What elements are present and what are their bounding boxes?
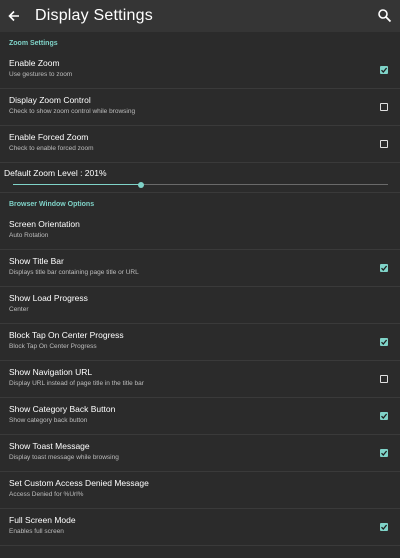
setting-block-tap-on-center-progress[interactable]: Block Tap On Center Progress Block Tap On… bbox=[0, 324, 400, 361]
setting-title: Display Zoom Control bbox=[9, 95, 91, 105]
app-bar: Display Settings bbox=[0, 0, 400, 32]
setting-show-toast-message[interactable]: Show Toast Message Display toast message … bbox=[0, 435, 400, 472]
setting-title: Show Load Progress bbox=[9, 293, 88, 303]
setting-title: Show Navigation URL bbox=[9, 367, 93, 377]
arrow-left-icon[interactable] bbox=[0, 0, 28, 32]
setting-title: Show Category Back Button bbox=[9, 404, 116, 414]
setting-summary: Display URL instead of page title in the… bbox=[9, 380, 144, 387]
setting-title: Show Toast Message bbox=[9, 441, 90, 451]
setting-screen-orientation[interactable]: Screen Orientation Auto Rotation bbox=[0, 213, 400, 250]
search-icon[interactable] bbox=[376, 7, 394, 25]
checkbox-checked[interactable] bbox=[380, 523, 388, 531]
page-title: Display Settings bbox=[35, 7, 153, 24]
zoom-settings-header: Zoom Settings bbox=[9, 40, 58, 47]
setting-enable-zoom[interactable]: Enable Zoom Use gestures to zoom bbox=[0, 52, 400, 89]
checkbox-checked[interactable] bbox=[380, 412, 388, 420]
setting-set-custom-access-denied-message[interactable]: Set Custom Access Denied Message Access D… bbox=[0, 472, 400, 509]
setting-summary: Center bbox=[9, 306, 29, 313]
checkmark-icon bbox=[381, 265, 388, 271]
setting-title: Enable Forced Zoom bbox=[9, 132, 89, 142]
checkbox-unchecked[interactable] bbox=[380, 140, 388, 148]
checkbox-unchecked[interactable] bbox=[380, 103, 388, 111]
zoom-level-slider-fill bbox=[13, 184, 141, 185]
setting-display-zoom-control[interactable]: Display Zoom Control Check to show zoom c… bbox=[0, 89, 400, 126]
zoom-level-slider-thumb[interactable] bbox=[137, 181, 144, 188]
checkbox-checked[interactable] bbox=[380, 449, 388, 457]
setting-summary: Enables full screen bbox=[9, 528, 64, 535]
checkmark-icon bbox=[381, 413, 388, 419]
checkbox-checked[interactable] bbox=[380, 264, 388, 272]
checkbox-checked[interactable] bbox=[380, 338, 388, 346]
setting-show-category-back-button[interactable]: Show Category Back Button Show category b… bbox=[0, 398, 400, 435]
setting-title: Screen Orientation bbox=[9, 219, 80, 229]
setting-enable-forced-zoom[interactable]: Enable Forced Zoom Check to enable forced… bbox=[0, 126, 400, 163]
setting-title: Enable Zoom bbox=[9, 58, 60, 68]
setting-title: Full Screen Mode bbox=[9, 515, 76, 525]
setting-summary: Block Tap On Center Progress bbox=[9, 343, 97, 350]
checkmark-icon bbox=[381, 67, 388, 73]
setting-show-title-bar[interactable]: Show Title Bar Displays title bar contain… bbox=[0, 250, 400, 287]
setting-title: Block Tap On Center Progress bbox=[9, 330, 124, 340]
browser-window-options-header: Browser Window Options bbox=[9, 201, 95, 208]
setting-summary: Displays title bar containing page title… bbox=[9, 269, 139, 276]
setting-show-load-progress[interactable]: Show Load Progress Center bbox=[0, 287, 400, 324]
setting-summary: Access Denied for %Url% bbox=[9, 491, 84, 498]
setting-summary: Auto Rotation bbox=[9, 232, 49, 239]
setting-summary: Use gestures to zoom bbox=[9, 71, 73, 78]
setting-summary: Display toast message while browsing bbox=[9, 454, 119, 461]
checkmark-icon bbox=[381, 524, 388, 530]
checkmark-icon bbox=[381, 450, 388, 456]
zoom-level-slider-track[interactable] bbox=[13, 181, 388, 188]
setting-show-navigation-url[interactable]: Show Navigation URL Display URL instead o… bbox=[0, 361, 400, 398]
checkbox-unchecked[interactable] bbox=[380, 375, 388, 383]
default-zoom-level-label: Default Zoom Level : 201% bbox=[4, 168, 107, 178]
setting-summary: Show category back button bbox=[9, 417, 88, 424]
setting-title: Show Title Bar bbox=[9, 256, 64, 266]
checkmark-icon bbox=[381, 339, 388, 345]
default-zoom-level-setting[interactable]: Default Zoom Level : 201% bbox=[0, 163, 400, 193]
setting-summary: Check to show zoom control while browsin… bbox=[9, 108, 136, 115]
setting-summary: Check to enable forced zoom bbox=[9, 145, 94, 152]
setting-full-screen-mode[interactable]: Full Screen Mode Enables full screen bbox=[0, 509, 400, 546]
checkbox-checked[interactable] bbox=[380, 66, 388, 74]
setting-title: Set Custom Access Denied Message bbox=[9, 478, 149, 488]
